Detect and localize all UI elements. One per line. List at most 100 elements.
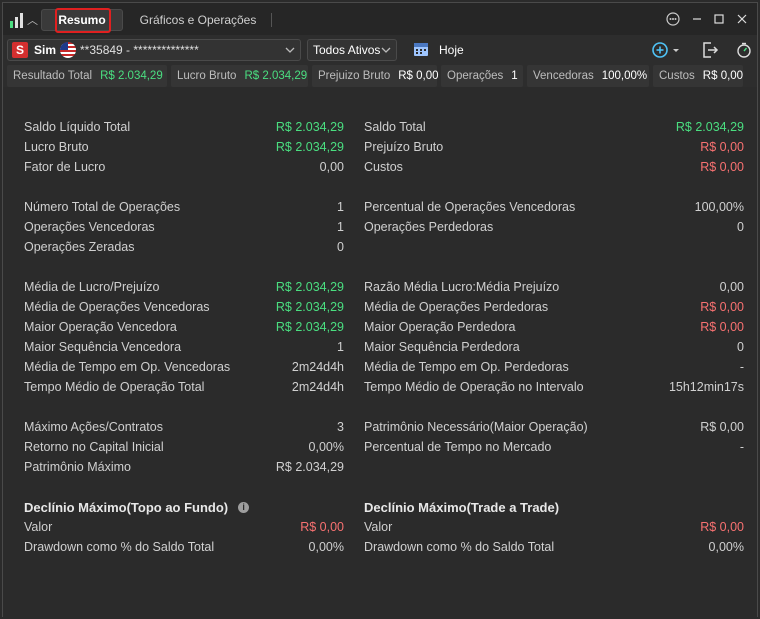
metric-value: 1 (337, 220, 344, 234)
metric-value: 100,00% (694, 200, 744, 214)
tab-graficos[interactable]: Gráficos e Operações (133, 9, 263, 31)
metric-value: 2m24d4h (291, 360, 344, 374)
account-selector[interactable]: S Sim **35849 - ************** (7, 39, 301, 61)
period-label[interactable]: Hoje (439, 43, 464, 57)
metric-label: Drawdown como % do Saldo Total (24, 540, 215, 554)
stat-label: Operações (447, 70, 504, 82)
metric-label: Maior Sequência Vencedora (24, 340, 182, 354)
maximize-icon[interactable] (711, 11, 727, 27)
metric-label: Maior Operação Perdedora (364, 320, 516, 334)
tab-resumo[interactable]: Resumo (41, 8, 123, 33)
metric-value: - (739, 440, 744, 454)
assets-filter-select[interactable]: Todos Ativos (307, 39, 397, 61)
stat-lucro-bruto: Lucro Bruto R$ 2.034,29 (171, 65, 308, 87)
metric-label: Lucro Bruto (24, 140, 89, 154)
stat-label: Vencedoras (533, 70, 594, 82)
metric-value: R$ 0,00 (700, 420, 744, 434)
stat-label: Prejuizo Bruto (318, 70, 391, 82)
metric-row: Maior Sequência Perdedora 0 (364, 337, 744, 357)
metric-row: Maior Sequência Vencedora 1 (24, 337, 344, 357)
metric-value: R$ 2.034,29 (275, 460, 344, 474)
metric-value: 0 (337, 240, 344, 254)
stat-prejuizo-bruto: Prejuizo Bruto R$ 0,00 (312, 65, 439, 87)
metric-row: Percentual de Tempo no Mercado - (364, 437, 744, 457)
metric-row: Retorno no Capital Inicial 0,00% (24, 437, 344, 457)
metric-row: Valor R$ 0,00 (364, 517, 744, 537)
metric-label: Percentual de Tempo no Mercado (364, 440, 552, 454)
metric-label: Saldo Líquido Total (24, 120, 131, 134)
stat-label: Custos (659, 70, 695, 82)
metric-label: Fator de Lucro (24, 160, 106, 174)
metric-label: Valor (24, 520, 53, 534)
minimize-icon[interactable] (689, 11, 705, 27)
metric-label: Média de Tempo em Op. Vencedoras (24, 360, 231, 374)
info-icon[interactable]: i (238, 501, 250, 513)
metric-value: R$ 2.034,29 (275, 300, 344, 314)
metric-row: Maior Operação Vencedora R$ 2.034,29 (24, 317, 344, 337)
stat-value: R$ 0,00 (398, 70, 439, 82)
report-content: Saldo Líquido Total R$ 2.034,29 Lucro Bru… (3, 87, 757, 618)
chevron-down-icon (285, 47, 295, 53)
stat-vencedoras: Vencedoras 100,00% (527, 65, 649, 87)
metric-row: Média de Operações Perdedoras R$ 0,00 (364, 297, 744, 317)
account-mode: Sim (34, 43, 57, 57)
dropdown-arrow-icon[interactable] (671, 41, 681, 59)
metric-label: Maior Operação Vencedora (24, 320, 177, 334)
chart-bars-icon[interactable] (9, 11, 27, 29)
metric-row: Tempo Médio de Operação Total 2m24d4h (24, 377, 344, 397)
timer-icon[interactable] (735, 41, 753, 59)
metric-row: Máximo Ações/Contratos 3 (24, 417, 344, 437)
stat-label: Lucro Bruto (177, 70, 237, 82)
metric-row: Maior Operação Perdedora R$ 0,00 (364, 317, 744, 337)
drawdown-section-title: Declínio Máximo(Trade a Trade) (364, 497, 744, 517)
metric-row: Operações Vencedoras 1 (24, 217, 344, 237)
more-options-icon[interactable] (665, 11, 681, 27)
summary-stats-bar: Resultado Total R$ 2.034,29 Lucro Bruto … (7, 65, 755, 87)
metric-label: Prejuízo Bruto (364, 140, 444, 154)
metric-label: Média de Operações Perdedoras (364, 300, 549, 314)
add-circle-icon[interactable] (651, 41, 669, 59)
drawdown-section-title: Declínio Máximo(Topo ao Fundo) i (24, 497, 344, 517)
metric-value: 0,00 (719, 280, 744, 294)
metric-label: Média de Operações Vencedoras (24, 300, 210, 314)
stat-resultado-total: Resultado Total R$ 2.034,29 (7, 65, 167, 87)
tab-divider (271, 13, 272, 27)
metric-value: R$ 2.034,29 (275, 120, 344, 134)
close-icon[interactable] (734, 11, 750, 27)
metric-row: Número Total de Operações 1 (24, 197, 344, 217)
metric-row: Tempo Médio de Operação no Intervalo 15h1… (364, 377, 744, 397)
stat-custos: Custos R$ 0,00 (653, 65, 743, 87)
metric-value: - (739, 360, 744, 374)
metric-row: Saldo Líquido Total R$ 2.034,29 (24, 117, 344, 137)
metric-value: R$ 2.034,29 (275, 280, 344, 294)
stat-value: R$ 2.034,29 (100, 70, 163, 82)
stat-value: 1 (511, 70, 518, 82)
metric-label: Retorno no Capital Inicial (24, 440, 164, 454)
metric-value: R$ 0,00 (700, 520, 744, 534)
metric-row: Saldo Total R$ 2.034,29 (364, 117, 744, 137)
metric-label: Média de Lucro/Prejuízo (24, 280, 160, 294)
tab-graficos-label: Gráficos e Operações (139, 13, 257, 27)
metric-value: R$ 0,00 (700, 320, 744, 334)
metric-value: 0,00 (319, 160, 344, 174)
simulator-badge: S (12, 42, 28, 58)
account-number: **35849 - ************** (80, 43, 199, 57)
metric-value: R$ 0,00 (700, 160, 744, 174)
collapse-icon[interactable]: ︿ (27, 12, 39, 27)
metric-row: Média de Lucro/Prejuízo R$ 2.034,29 (24, 277, 344, 297)
metric-label: Número Total de Operações (24, 200, 181, 214)
metric-row: Razão Média Lucro:Média Prejuízo 0,00 (364, 277, 744, 297)
metric-row: Fator de Lucro 0,00 (24, 157, 344, 177)
metric-row: Drawdown como % do Saldo Total 0,00% (364, 537, 744, 557)
metric-row: Operações Zeradas 0 (24, 237, 344, 257)
metric-value: 3 (337, 420, 344, 434)
stat-operacoes: Operações 1 (441, 65, 523, 87)
stat-value: R$ 0,00 (702, 70, 744, 82)
metric-label: Operações Zeradas (24, 240, 135, 254)
metric-value: 15h12min17s (668, 380, 744, 394)
metric-label: Percentual de Operações Vencedoras (364, 200, 576, 214)
metric-value: 0,00% (308, 440, 344, 454)
calendar-icon[interactable] (413, 41, 429, 57)
export-icon[interactable] (701, 41, 719, 59)
metric-row: Percentual de Operações Vencedoras 100,00… (364, 197, 744, 217)
